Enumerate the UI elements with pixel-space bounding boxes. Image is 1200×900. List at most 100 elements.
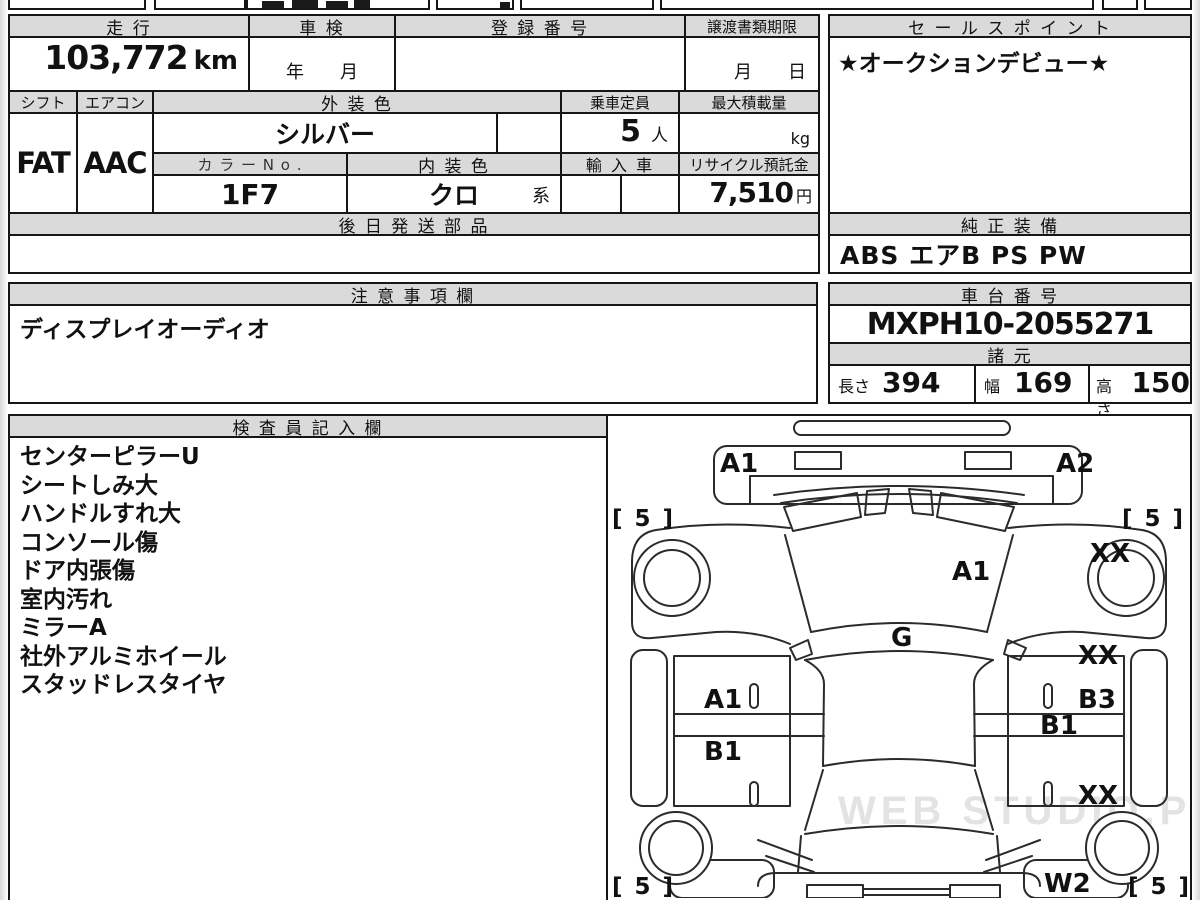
cutoff-text-fragment bbox=[262, 1, 284, 9]
auction-sheet: 走 行 車 検 登 録 番 号 譲渡書類期限 103,772 km 年 月 月 … bbox=[0, 0, 1200, 900]
capacity-header: 乗車定員 bbox=[560, 90, 680, 114]
spec-width-cell: 幅 169 bbox=[974, 364, 1090, 404]
notes-value: ディスプレイオーディオ bbox=[8, 304, 818, 404]
diagram-label-bumper-front-right: A2 bbox=[1056, 449, 1094, 479]
interior-color-name: クロ bbox=[428, 181, 479, 210]
diagram-label-tire-rear-left: [ 5 ] bbox=[612, 874, 675, 898]
door-handle-front-right bbox=[1043, 683, 1053, 709]
door-block-left bbox=[673, 655, 791, 807]
wheel-front-left-rim bbox=[643, 549, 701, 607]
door-handle-front-left bbox=[749, 683, 759, 709]
spec-length-label: 長さ bbox=[838, 377, 871, 396]
spec-height-value: 150 bbox=[1131, 366, 1190, 399]
transfer-deadline-header: 譲渡書類期限 bbox=[684, 14, 820, 38]
inspector-item: 社外アルミホイール bbox=[20, 643, 227, 670]
cutoff-text-fragment bbox=[354, 0, 370, 9]
rocker-panel-left bbox=[630, 649, 668, 807]
interior-color-header: 内 装 色 bbox=[346, 152, 562, 177]
spec-length-value: 394 bbox=[882, 366, 941, 399]
exterior-color-extra-cell bbox=[496, 112, 562, 154]
diagram-label-door-top-right: XX bbox=[1078, 641, 1118, 671]
cowl-vent-center-right bbox=[908, 488, 934, 516]
rocker-panel-right bbox=[1130, 649, 1168, 807]
door-handle-rear-left bbox=[749, 781, 759, 807]
diagram-label-windshield: G bbox=[891, 623, 912, 653]
cowl-vent-right bbox=[936, 492, 1015, 532]
shift-value: FAT bbox=[8, 112, 78, 214]
max-load-value-cell: kg bbox=[678, 112, 820, 154]
later-parts-header: 後 日 発 送 部 品 bbox=[8, 212, 820, 237]
recycle-deposit-header: リサイクル預託金 bbox=[678, 152, 820, 176]
wheel-rear-left-rim bbox=[648, 820, 704, 876]
inspector-item: センターピラーU bbox=[20, 444, 200, 470]
capacity-value: 5 bbox=[620, 114, 641, 149]
spec-length-cell: 長さ 394 bbox=[828, 364, 976, 404]
mileage-value-cell: 103,772 km bbox=[8, 36, 250, 92]
shaken-header: 車 検 bbox=[248, 14, 396, 39]
import-car-cell-2 bbox=[620, 174, 680, 214]
diagram-label-tire-front-right: [ 5 ] bbox=[1122, 506, 1185, 532]
inspector-item: スタッドレスタイヤ bbox=[20, 672, 227, 698]
recycle-value-cell: 7,510 円 bbox=[678, 174, 820, 214]
interior-color-value: クロ 系 bbox=[346, 174, 562, 214]
capacity-unit: 人 bbox=[651, 126, 668, 146]
spec-height-cell: 高さ 150 bbox=[1088, 364, 1192, 420]
transfer-value-cell: 月 日 bbox=[684, 36, 820, 92]
import-car-cell-1 bbox=[560, 174, 622, 214]
inspector-item: ハンドルすれ大 bbox=[20, 501, 181, 527]
diagram-label-tire-rear-right: [ 5 ] bbox=[1128, 874, 1190, 898]
cutoff-text-fragment bbox=[500, 2, 510, 9]
tail-light-left bbox=[806, 884, 864, 899]
aircon-header: エアコン bbox=[76, 90, 154, 114]
mirror-left bbox=[789, 639, 813, 661]
damage-diagram-box: WEB STUDIO.PRO bbox=[606, 414, 1200, 900]
inspector-item: シートしみ大 bbox=[20, 472, 158, 499]
recycle-unit: 円 bbox=[795, 187, 812, 206]
front-bumper-top-trim bbox=[793, 420, 1011, 436]
shift-header: シフト bbox=[8, 90, 78, 114]
diagram-label-door-rear-left: B1 bbox=[704, 737, 742, 767]
equipment-header: 純 正 装 備 bbox=[828, 212, 1192, 237]
bumper-notch bbox=[749, 475, 1054, 505]
scan-edge-left bbox=[0, 0, 8, 900]
chassis-value: MXPH10-2055271 bbox=[828, 304, 1192, 344]
diagram-label-hood: A1 bbox=[952, 557, 990, 587]
diagram-label-door-front-left: A1 bbox=[704, 685, 742, 715]
aircon-value: AAC bbox=[76, 112, 154, 214]
inspector-notes: センターピラーU シートしみ大 ハンドルすれ大 コンソール傷 ドア内張傷 室内汚… bbox=[8, 436, 608, 900]
mileage-header: 走 行 bbox=[8, 14, 250, 39]
inspector-header: 検 査 員 記 入 欄 bbox=[8, 414, 608, 439]
diagram-label-pillar-right: B1 bbox=[1040, 711, 1078, 741]
inspector-item: ミラーA bbox=[20, 615, 107, 641]
exterior-color-value: シルバー bbox=[152, 112, 498, 154]
diagram-label-bumper-front-left: A1 bbox=[720, 449, 758, 479]
later-parts-value bbox=[8, 234, 820, 274]
headlight-left bbox=[794, 451, 842, 470]
chassis-header: 車 台 番 号 bbox=[828, 282, 1192, 307]
mileage-value: 103,772 bbox=[44, 38, 188, 77]
specs-header: 諸 元 bbox=[828, 342, 1192, 367]
hood-edge-right bbox=[986, 534, 1014, 633]
inspector-item: ドア内張傷 bbox=[20, 558, 135, 584]
roof-rear-arc bbox=[822, 758, 976, 767]
sales-point-value: ★オークションデビュー★ bbox=[828, 36, 1192, 214]
max-load-header: 最大積載量 bbox=[678, 90, 820, 114]
diagram-label-tire-front-left: [ 5 ] bbox=[612, 506, 675, 532]
wheel-rear-right-rim bbox=[1094, 820, 1150, 876]
cowl-vent-left bbox=[783, 492, 862, 532]
color-no-value: 1F7 bbox=[152, 174, 348, 214]
sales-point-header: セ ー ル ス ポ イ ン ト bbox=[828, 14, 1192, 39]
inspector-item: 室内汚れ bbox=[20, 586, 112, 613]
headlight-right bbox=[964, 451, 1012, 470]
diagram-label-fender-front-right: XX bbox=[1090, 539, 1130, 569]
shaken-value-cell: 年 月 bbox=[248, 36, 396, 92]
rear-window-left bbox=[804, 769, 824, 831]
diagram-label-door-front-right: B3 bbox=[1078, 685, 1116, 715]
mileage-unit: km bbox=[193, 46, 238, 76]
import-car-header: 輸 入 車 bbox=[560, 152, 680, 176]
spec-width-label: 幅 bbox=[984, 377, 1001, 396]
inspector-item: コンソール傷 bbox=[20, 529, 158, 556]
exterior-color-header: 外 装 色 bbox=[152, 90, 562, 115]
cowl-vent-center-left bbox=[864, 488, 890, 516]
color-no-header: カ ラ ー N o . bbox=[152, 152, 348, 176]
